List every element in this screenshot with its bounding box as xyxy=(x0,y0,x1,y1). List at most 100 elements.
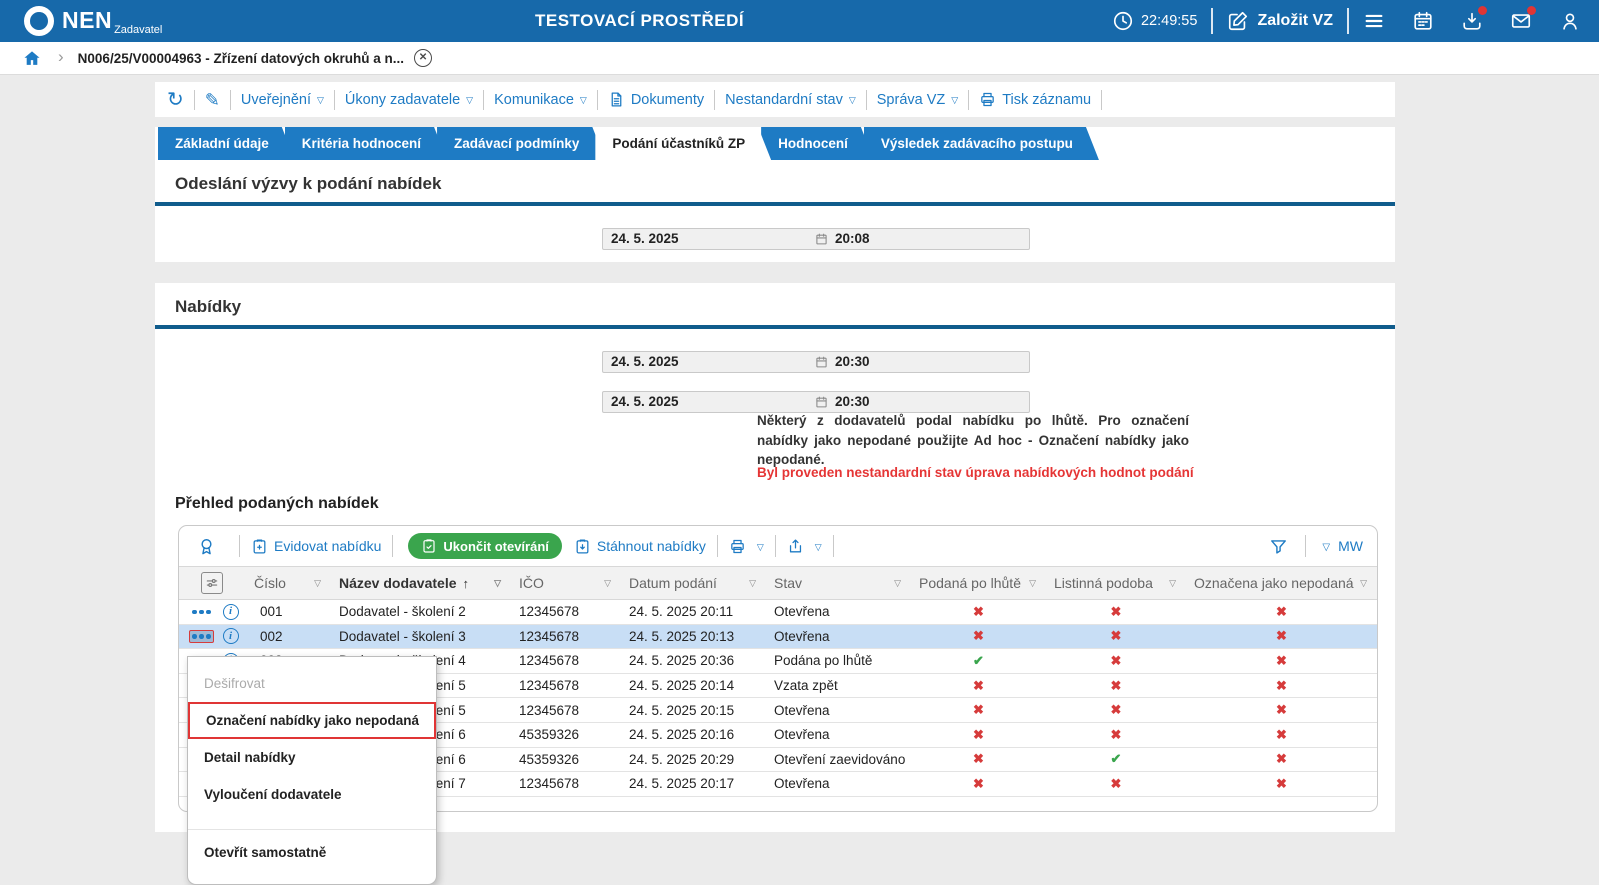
late-offer-notice: Některý z dodavatelů podal nabídku po lh… xyxy=(757,411,1189,470)
column-header-stav[interactable]: Stav▽ xyxy=(766,567,911,599)
column-header-n-zev-dodavatele[interactable]: Název dodavatele↑▽ xyxy=(331,567,511,599)
nen-logo[interactable]: NEN Zadavatel xyxy=(24,5,162,36)
calendar-small-icon xyxy=(815,355,835,369)
datum-oteviranie-input[interactable]: 24. 5. 2025 20:30 xyxy=(602,391,1030,413)
menu-item-de-ifrovat: Dešifrovat xyxy=(188,665,436,702)
home-icon[interactable] xyxy=(22,49,42,68)
row-info-icon[interactable]: i xyxy=(223,604,239,620)
brand-name: NEN xyxy=(62,5,112,35)
datum-zahajeni-input[interactable]: 24. 5. 2025 20:08 xyxy=(602,228,1030,250)
section-title-invite: Odeslání výzvy k podání nabídek xyxy=(155,160,1395,202)
column-header-podan-po-lh-t-[interactable]: Podaná po lhůtě▽ xyxy=(911,567,1046,599)
calendar-icon[interactable] xyxy=(1412,10,1434,32)
menu-item-vylou-en-dodavatele[interactable]: Vyloučení dodavatele xyxy=(188,776,436,813)
refresh-icon[interactable]: ↻ xyxy=(167,90,184,110)
brand-role-label: Zadavatel xyxy=(114,24,162,36)
user-profile-icon[interactable] xyxy=(1559,10,1581,32)
create-vz-button[interactable]: Založit VZ xyxy=(1227,10,1333,32)
toolbar-item-nestandardn-stav[interactable]: Nestandardní stav▽ xyxy=(725,92,856,108)
calendar-small-icon xyxy=(815,232,835,246)
share-export-icon xyxy=(787,538,804,555)
column-filter-icon[interactable]: ▽ xyxy=(314,578,321,589)
topbar-divider xyxy=(1211,8,1213,34)
chevron-right-icon: › xyxy=(58,47,64,67)
table-row[interactable]: i 001 Dodavatel - školení 2 12345678 24.… xyxy=(179,600,1377,625)
dropdown-arrow-icon: ▽ xyxy=(757,542,764,553)
calendar-small-icon xyxy=(815,395,835,409)
dropdown-arrow-icon: ▽ xyxy=(466,95,473,106)
menu-item-otev-t-samostatn-[interactable]: Otevřít samostatně xyxy=(188,829,436,870)
lhuta-input[interactable]: 24. 5. 2025 20:30 xyxy=(602,351,1030,373)
column-header--slo[interactable]: Číslo▽ xyxy=(246,567,331,599)
column-settings-icon[interactable] xyxy=(201,572,223,594)
column-header-listinn-podoba[interactable]: Listinná podoba▽ xyxy=(1046,567,1186,599)
edit-icon[interactable]: ✎ xyxy=(205,91,220,109)
table-row[interactable]: i 002 Dodavatel - školení 3 12345678 24.… xyxy=(179,625,1377,650)
toolbar-item-tisk-z-znamu[interactable]: Tisk záznamu xyxy=(979,91,1091,108)
ukoncit-otevirani-button[interactable]: Ukončit otevírání xyxy=(408,533,561,559)
row-actions-icon[interactable] xyxy=(189,606,214,619)
view-selector[interactable]: MW xyxy=(1338,538,1363,554)
row-info-icon[interactable]: i xyxy=(223,628,239,644)
menu-item-detail-nab-dky[interactable]: Detail nabídky xyxy=(188,739,436,776)
inbox-download-icon[interactable] xyxy=(1461,10,1483,32)
tab-pod-n-astn-k-zp[interactable]: Podání účastníků ZP xyxy=(595,127,771,160)
breadcrumb-item[interactable]: N006/25/V00004963 - Zřízení datových okr… xyxy=(78,51,404,66)
compose-icon xyxy=(1227,10,1249,32)
notification-dot xyxy=(1527,6,1536,15)
toolbar-item--kony-zadavatele[interactable]: Úkony zadavatele▽ xyxy=(345,92,473,108)
column-header-datum-pod-n-[interactable]: Datum podání▽ xyxy=(621,567,766,599)
tab-hodnocen-[interactable]: Hodnocení xyxy=(761,127,874,160)
column-filter-icon[interactable]: ▽ xyxy=(1029,578,1036,589)
toolbar-item-komunikace[interactable]: Komunikace▽ xyxy=(494,92,587,108)
column-filter-icon[interactable]: ▽ xyxy=(1169,578,1176,589)
column-filter-icon[interactable]: ▽ xyxy=(604,578,611,589)
column-filter-icon[interactable]: ▽ xyxy=(1360,578,1367,589)
top-bar: NEN Zadavatel TESTOVACÍ PROSTŘEDÍ 22:49:… xyxy=(0,0,1599,42)
tab-v-sledek-zad-vac-ho-postupu[interactable]: Výsledek zadávacího postupu xyxy=(864,127,1099,160)
clock-icon xyxy=(1112,10,1134,32)
column-header-i-o[interactable]: IČO▽ xyxy=(511,567,621,599)
section-underline xyxy=(155,325,1395,329)
close-record-icon[interactable]: ✕ xyxy=(414,49,432,67)
section-title-offers: Nabídky xyxy=(155,283,1395,325)
column-filter-icon[interactable]: ▽ xyxy=(894,578,901,589)
main-menu-icon[interactable] xyxy=(1363,10,1385,32)
evidovat-nabidku-button[interactable]: Evidovat nabídku xyxy=(251,538,381,555)
section-underline xyxy=(155,202,1395,206)
record-detail: Základní údajeKritéria hodnoceníZadávací… xyxy=(155,127,1395,262)
toolbar-item-spr-va-vz[interactable]: Správa VZ▽ xyxy=(877,92,958,108)
certificate-icon[interactable] xyxy=(197,537,222,556)
nen-logo-icon xyxy=(24,6,54,36)
dropdown-arrow-icon: ▽ xyxy=(580,95,587,106)
tab-bar: Základní údajeKritéria hodnoceníZadávací… xyxy=(155,127,1395,160)
dropdown-arrow-icon: ▽ xyxy=(317,95,324,106)
toolbar-item-dokumenty[interactable]: Dokumenty xyxy=(608,91,704,108)
column-filter-icon[interactable]: ▽ xyxy=(749,578,756,589)
offers-table-toolbar: Evidovat nabídku Ukončit otevírání Stáhn… xyxy=(179,526,1377,566)
clipboard-plus-icon xyxy=(251,538,268,555)
tab-z-kladn-daje[interactable]: Základní údaje xyxy=(158,127,295,160)
menu-item-ozna-en-nab-dky-jako-nepodan-[interactable]: Označení nabídky jako nepodaná xyxy=(188,702,436,739)
table-header-row: Číslo▽Název dodavatele↑▽IČO▽Datum podání… xyxy=(179,566,1377,600)
stahnout-nabidky-button[interactable]: Stáhnout nabídky xyxy=(574,538,706,555)
column-header-ozna-ena-jako-nepodan-[interactable]: Označena jako nepodaná▽ xyxy=(1186,567,1377,599)
column-filter-icon[interactable]: ▽ xyxy=(494,578,501,589)
sort-asc-icon: ↑ xyxy=(463,576,470,591)
export-table-button[interactable]: ▽ xyxy=(787,538,822,555)
dropdown-arrow-icon: ▽ xyxy=(849,95,856,106)
tab-zad-vac-podm-nky[interactable]: Zadávací podmínky xyxy=(437,127,605,160)
print-table-button[interactable]: ▽ xyxy=(729,538,764,555)
column-settings-cell xyxy=(179,567,246,599)
row-actions-icon[interactable] xyxy=(189,630,214,643)
filter-funnel-icon[interactable] xyxy=(1269,537,1294,556)
nonstandard-state-alert: Byl proveden nestandardní stav úprava na… xyxy=(757,465,1277,480)
document-icon xyxy=(608,91,631,108)
server-clock: 22:49:55 xyxy=(1112,10,1197,32)
messages-icon[interactable] xyxy=(1510,10,1532,32)
toolbar-item-uve-ejn-n-[interactable]: Uveřejnění▽ xyxy=(241,92,324,108)
tab-krit-ria-hodnocen-[interactable]: Kritéria hodnocení xyxy=(285,127,447,160)
view-dropdown-arrow-icon[interactable]: ▽ xyxy=(1322,542,1330,553)
printer-icon xyxy=(729,538,746,555)
offers-table-title: Přehled podaných nabídek xyxy=(175,495,379,513)
